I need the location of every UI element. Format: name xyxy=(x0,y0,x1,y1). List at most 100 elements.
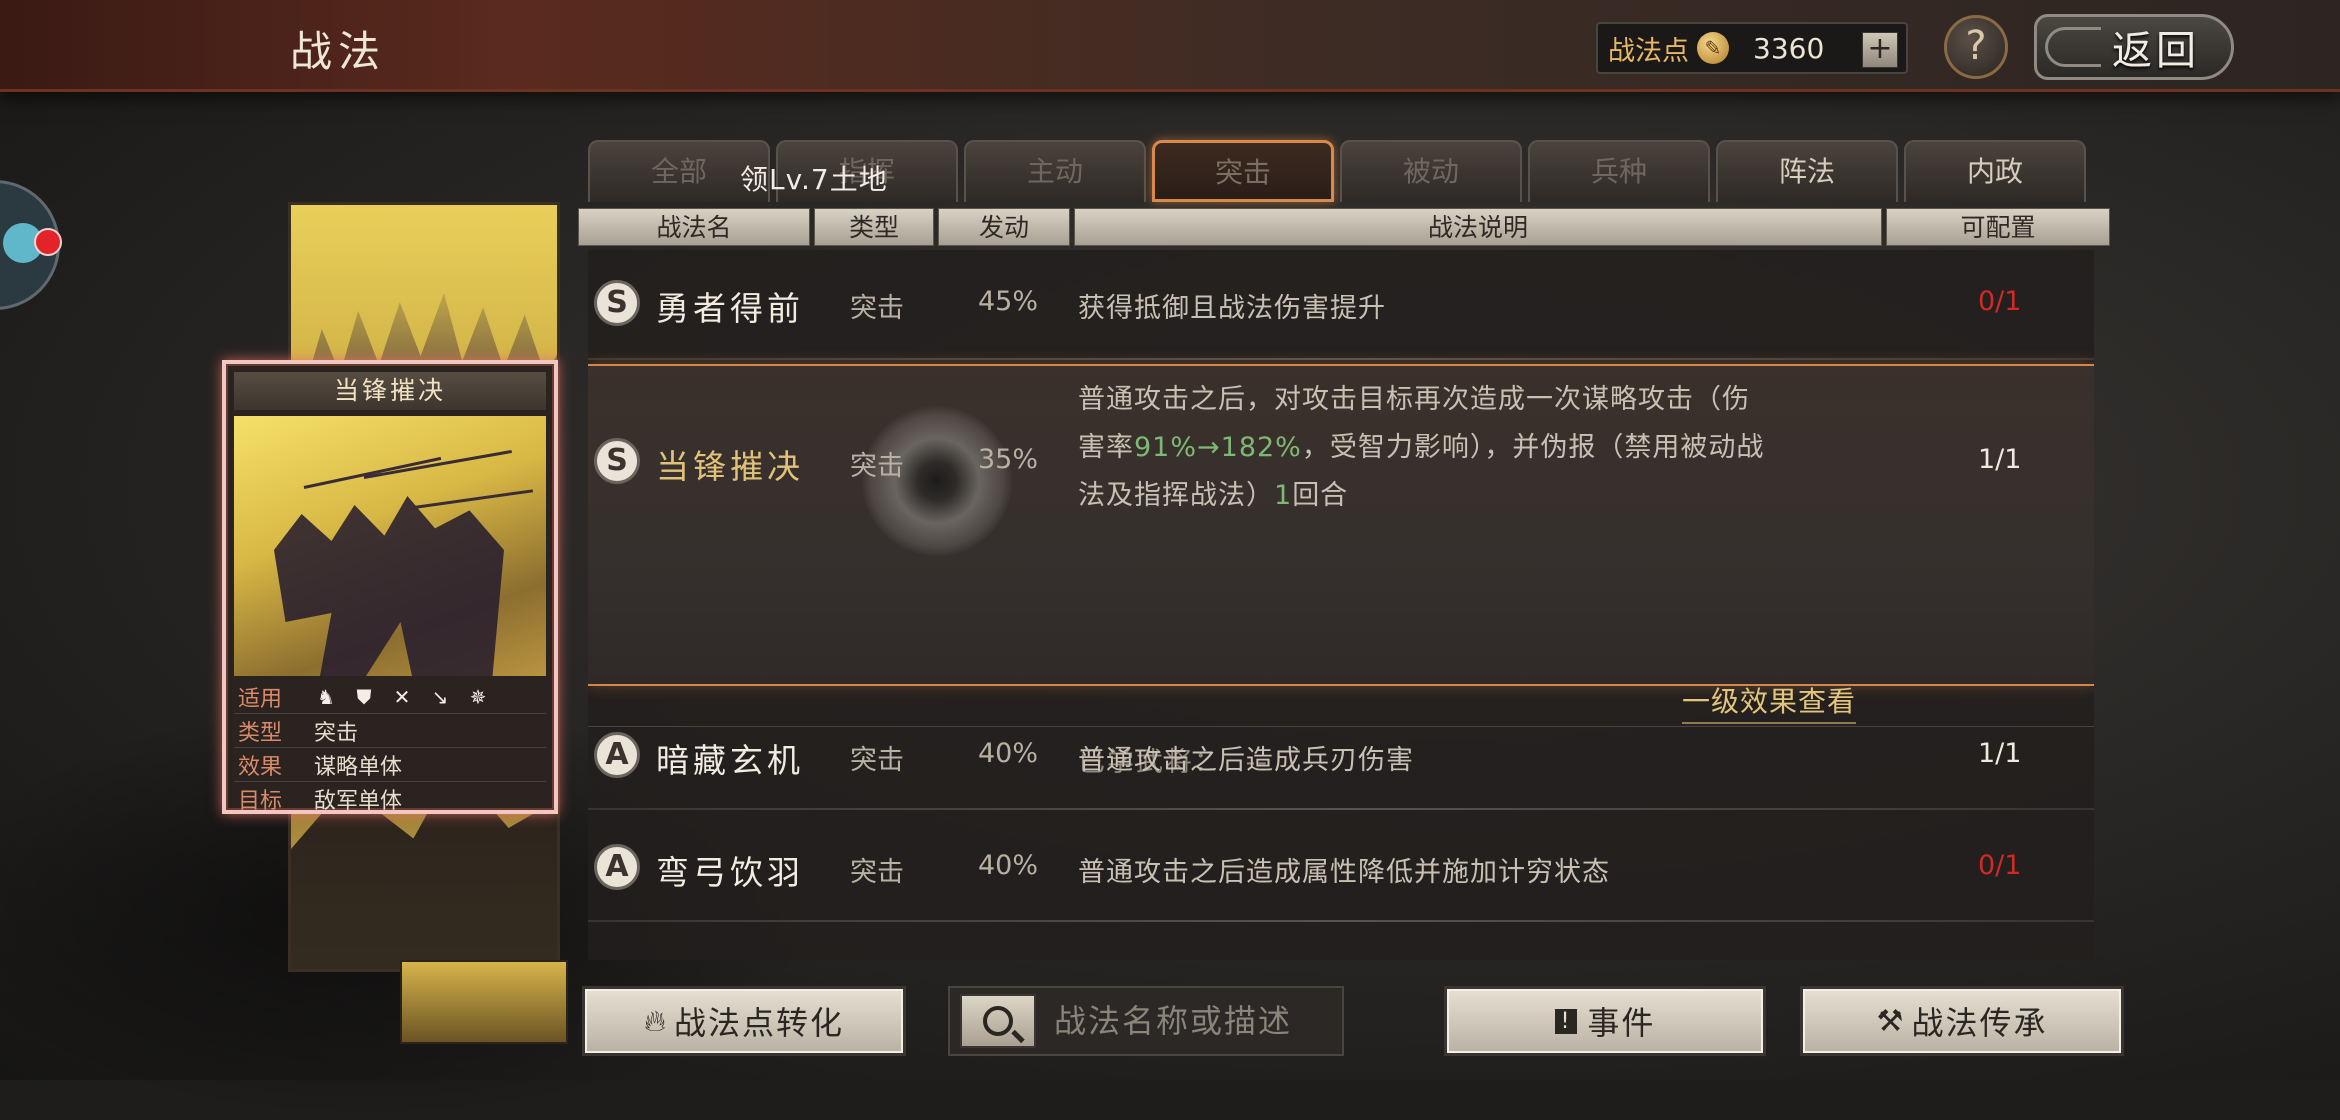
search-icon xyxy=(983,1006,1013,1036)
skill-rate: 35% xyxy=(978,444,1039,475)
attr-value: 谋略单体 xyxy=(314,754,403,780)
troop-icons: ♞ ⛊ ✕ ↘ ✵ xyxy=(308,685,546,709)
round-count-value: 1 xyxy=(1274,480,1293,511)
column-header-trigger[interactable]: 发动 xyxy=(938,208,1070,246)
top-bar: 战法 战法点 ✎ 3360 + ? 返回 xyxy=(0,0,2340,92)
attr-row-applicable: 适用 ♞ ⛊ ✕ ↘ ✵ xyxy=(234,680,546,714)
back-button[interactable]: 返回 xyxy=(2034,14,2234,80)
convert-label: 战法点转化 xyxy=(674,1004,845,1042)
skill-name: 勇者得前 xyxy=(656,289,804,328)
back-label: 返回 xyxy=(2112,28,2200,74)
search-button[interactable] xyxy=(960,994,1036,1048)
flame-icon: 🔥︎ xyxy=(643,1003,668,1039)
grade-badge: A xyxy=(594,844,640,890)
row-divider xyxy=(588,358,2094,360)
attr-row-effect: 效果 谋略单体 xyxy=(234,748,546,782)
tab-active[interactable]: 主动 xyxy=(964,140,1146,202)
spear-line xyxy=(303,456,442,489)
tab-passive[interactable]: 被动 xyxy=(1340,140,1522,202)
column-header-name[interactable]: 战法名 xyxy=(578,208,810,246)
inherit-skill-button[interactable]: ⚒ 战法传承 xyxy=(1800,986,2124,1056)
skill-rate: 45% xyxy=(978,286,1039,317)
convert-points-button[interactable]: 🔥︎ 战法点转化 xyxy=(582,986,906,1056)
skill-rate: 40% xyxy=(978,850,1039,881)
row-divider xyxy=(588,808,2094,810)
notification-dot xyxy=(34,228,62,256)
grade-badge: S xyxy=(594,438,640,484)
tab-assault[interactable]: 突击 xyxy=(1152,140,1334,202)
search-bar xyxy=(948,986,1344,1056)
attr-value: 敌军单体 xyxy=(314,789,403,814)
desc-text: 普通攻击之后，对攻击目标再次造成一次谋略攻击（伤 xyxy=(1078,384,1750,415)
search-input[interactable] xyxy=(1054,1002,1334,1040)
skill-row[interactable]: A 暗藏玄机 突击 40% 普通攻击之后造成兵刃伤害 1/1 xyxy=(588,702,2094,810)
skill-points-value: 3360 xyxy=(1753,31,1825,65)
feather-coin-icon: ✎ xyxy=(1697,32,1729,64)
skill-name: 当锋摧决 xyxy=(656,447,804,486)
cavalry-silhouette xyxy=(274,496,504,676)
attr-value: 突击 xyxy=(314,720,359,746)
column-header-type[interactable]: 类型 xyxy=(814,208,934,246)
attr-row-target: 目标 敌军单体 xyxy=(234,782,546,816)
skill-row[interactable]: S 勇者得前 突击 45% 获得抵御且战法伤害提升 0/1 xyxy=(588,250,2094,360)
skill-type: 突击 xyxy=(850,451,904,482)
column-header-description: 战法说明 xyxy=(1074,208,1882,246)
skill-config-count: 0/1 xyxy=(1978,286,2022,317)
skill-description: 普通攻击之后，对攻击目标再次造成一次谋略攻击（伤 害率91%→182%，受智力影… xyxy=(1078,376,1908,520)
desc-text: 法及指挥战法） xyxy=(1078,480,1274,511)
column-header-config[interactable]: 可配置 xyxy=(1886,208,2110,246)
back-ornament-icon xyxy=(2045,27,2101,67)
skill-type: 突击 xyxy=(850,857,904,888)
spear-line xyxy=(363,449,512,479)
tab-formation[interactable]: 阵法 xyxy=(1716,140,1898,202)
grade-badge: A xyxy=(594,732,640,778)
skill-name: 暗藏玄机 xyxy=(656,741,804,780)
bow-icon: ✕ xyxy=(393,684,411,709)
event-scroll-icon: ! xyxy=(1554,1008,1578,1034)
spear-icon: ↘ xyxy=(431,684,449,709)
skill-description: 普通攻击之后造成属性降低并施加计穷状态 xyxy=(1078,857,1610,888)
skill-description: 获得抵御且战法伤害提升 xyxy=(1078,293,1386,324)
cavalry-icon: ♞ xyxy=(317,684,335,709)
skill-row[interactable]: A 弯弓饮羽 突击 40% 普通攻击之后造成属性降低并施加计穷状态 0/1 xyxy=(588,814,2094,922)
desc-text: ，受智力影响），并伪报（禁用被动战 xyxy=(1301,432,1765,463)
attr-key: 类型 xyxy=(238,720,283,746)
skill-rate: 40% xyxy=(978,738,1039,769)
skill-type: 突击 xyxy=(850,745,904,776)
attr-key: 目标 xyxy=(238,789,283,814)
inherit-label: 战法传承 xyxy=(1911,1004,2048,1042)
skill-card-art xyxy=(234,416,546,676)
skill-config-count: 0/1 xyxy=(1978,850,2022,881)
skill-config-count: 1/1 xyxy=(1978,738,2022,769)
skill-row-expanded[interactable]: S 当锋摧决 突击 35% 普通攻击之后，对攻击目标再次造成一次谋略攻击（伤 害… xyxy=(588,364,2094,778)
skill-points-display: 战法点 ✎ 3360 + xyxy=(1596,22,1908,74)
desc-text: 害率 xyxy=(1078,432,1134,463)
skill-list: S 勇者得前 突击 45% 获得抵御且战法伤害提升 0/1 S 当锋摧决 突击 … xyxy=(588,250,2094,960)
skill-card: 当锋摧决 适用 ♞ ⛊ ✕ ↘ ✵ 类型 突击 效果 谋略单体 目标 敌军单体 xyxy=(222,360,558,814)
tab-domestic[interactable]: 内政 xyxy=(1904,140,2086,202)
art-panel-bottom xyxy=(400,960,568,1044)
skill-description: 普通攻击之后造成兵刃伤害 xyxy=(1078,745,1414,776)
page-title: 战法 xyxy=(290,27,387,76)
row-divider xyxy=(588,920,2094,922)
add-points-button[interactable]: + xyxy=(1862,32,1898,68)
grade-badge: S xyxy=(594,280,640,326)
wheel-icon: ✵ xyxy=(469,684,487,709)
skill-card-attributes: 适用 ♞ ⛊ ✕ ↘ ✵ 类型 突击 效果 谋略单体 目标 敌军单体 xyxy=(234,680,546,816)
skill-points-label: 战法点 xyxy=(1608,35,1689,67)
hammer-icon: ⚒ xyxy=(1876,1003,1906,1039)
spear-line xyxy=(413,489,534,509)
help-button[interactable]: ? xyxy=(1944,15,2008,79)
tab-troop[interactable]: 兵种 xyxy=(1528,140,1710,202)
event-button[interactable]: ! 事件 xyxy=(1444,986,1766,1056)
damage-rate-value: 91%→182% xyxy=(1134,432,1302,463)
shield-icon: ⛊ xyxy=(356,684,372,709)
desc-text: 回合 xyxy=(1292,480,1349,511)
skill-card-title: 当锋摧决 xyxy=(234,372,546,410)
event-label: 事件 xyxy=(1587,1004,1656,1042)
attr-key: 效果 xyxy=(238,754,283,780)
territory-level-overlay: 领Lv.7土地 xyxy=(740,163,888,196)
skill-type: 突击 xyxy=(850,293,904,324)
skill-name: 弯弓饮羽 xyxy=(656,853,804,892)
skill-config-count: 1/1 xyxy=(1978,444,2022,475)
